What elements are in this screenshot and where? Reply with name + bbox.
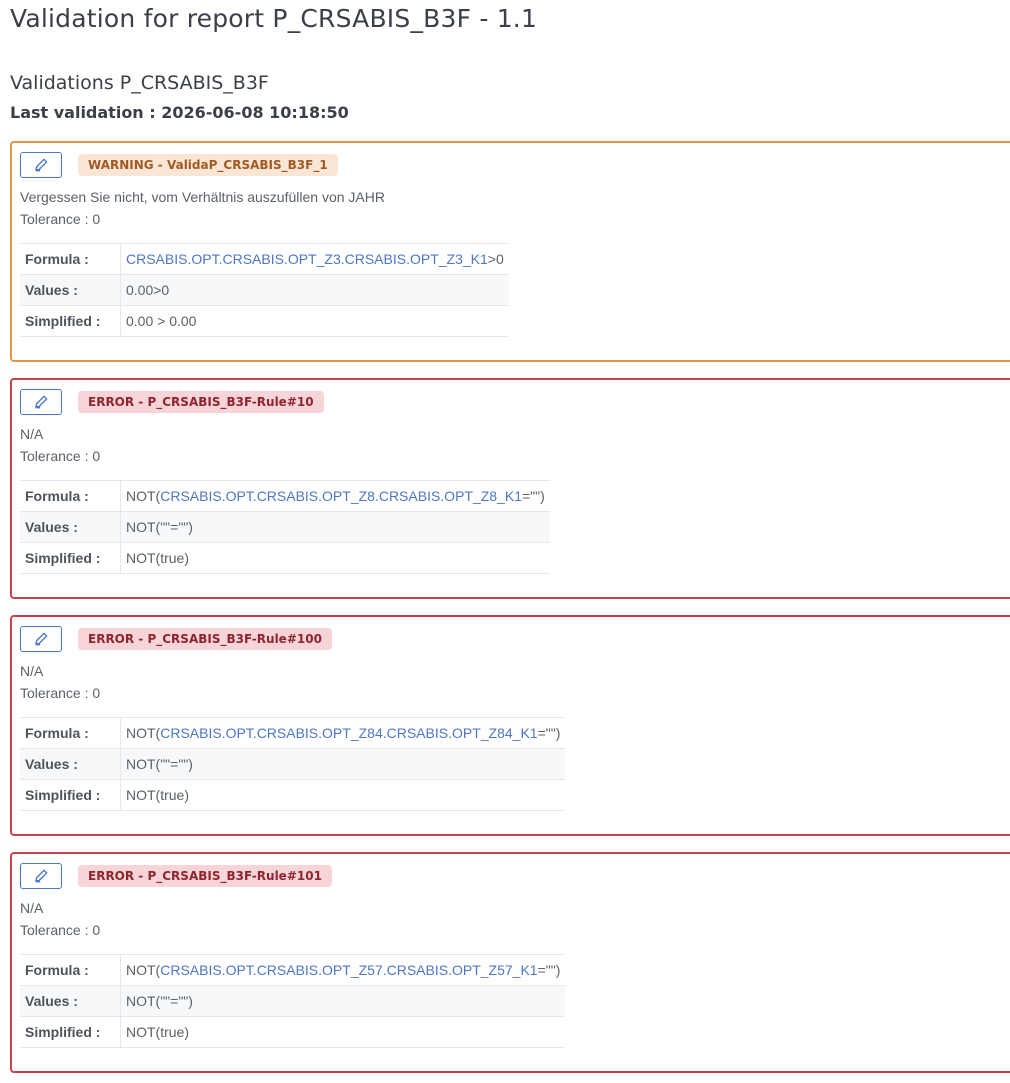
card-description-block: Vergessen Sie nicht, vom Verhältnis ausz… [20,186,385,230]
validation-card-warning: WARNING - ValidaP_CRSABIS_B3F_1 Vergesse… [10,141,1010,362]
table-row: Values : 0.00>0 [20,274,509,306]
formula-label: Formula : [20,243,121,275]
simplified-value: NOT(true) [120,779,566,811]
formula-prefix: NOT( [126,725,161,741]
validation-card-error: ERROR - P_CRSABIS_B3F-Rule#100 N/A Toler… [10,615,1010,836]
edit-button[interactable] [20,389,62,415]
table-row: Simplified : 0.00 > 0.00 [20,305,509,337]
simplified-value: NOT(true) [120,1016,566,1048]
formula-suffix: ="") [522,488,545,504]
values-value: NOT(""="") [120,748,566,780]
values-label: Values : [20,511,121,543]
severity-badge: ERROR - P_CRSABIS_B3F-Rule#10 [78,391,324,413]
table-row: Formula : NOT(CRSABIS.OPT.CRSABIS.OPT_Z5… [20,954,566,986]
simplified-label: Simplified : [20,542,121,574]
edit-button[interactable] [20,152,62,178]
simplified-label: Simplified : [20,1016,121,1048]
table-row: Simplified : NOT(true) [20,779,566,811]
formula-value: NOT(CRSABIS.OPT.CRSABIS.OPT_Z57.CRSABIS.… [120,954,566,986]
rule-description: N/A [20,900,44,916]
rule-description: N/A [20,663,44,679]
simplified-value: 0.00 > 0.00 [120,305,509,337]
rule-tolerance: Tolerance : 0 [20,922,101,938]
formula-reference-link[interactable]: CRSABIS.OPT.CRSABIS.OPT_Z57.CRSABIS.OPT_… [160,962,537,978]
rule-tolerance: Tolerance : 0 [20,211,101,227]
card-header: ERROR - P_CRSABIS_B3F-Rule#10 [20,388,324,416]
values-value: NOT(""="") [120,511,550,543]
page-title: Validation for report P_CRSABIS_B3F - 1.… [10,4,538,33]
card-description-block: N/A Tolerance : 0 [20,423,100,467]
table-row: Values : NOT(""="") [20,985,566,1017]
validation-card-error: ERROR - P_CRSABIS_B3F-Rule#101 N/A Toler… [10,852,1010,1073]
card-header: ERROR - P_CRSABIS_B3F-Rule#100 [20,625,332,653]
formula-label: Formula : [20,717,121,749]
values-label: Values : [20,274,121,306]
formula-label: Formula : [20,480,121,512]
formula-value: NOT(CRSABIS.OPT.CRSABIS.OPT_Z84.CRSABIS.… [120,717,566,749]
rule-details-table: Formula : NOT(CRSABIS.OPT.CRSABIS.OPT_Z5… [20,954,566,1048]
severity-badge: WARNING - ValidaP_CRSABIS_B3F_1 [78,154,338,176]
table-row: Formula : NOT(CRSABIS.OPT.CRSABIS.OPT_Z8… [20,717,566,749]
formula-reference-link[interactable]: CRSABIS.OPT.CRSABIS.OPT_Z84.CRSABIS.OPT_… [160,725,537,741]
card-header: ERROR - P_CRSABIS_B3F-Rule#101 [20,862,332,890]
formula-label: Formula : [20,954,121,986]
table-row: Formula : NOT(CRSABIS.OPT.CRSABIS.OPT_Z8… [20,480,550,512]
card-header: WARNING - ValidaP_CRSABIS_B3F_1 [20,151,338,179]
validation-card-error: ERROR - P_CRSABIS_B3F-Rule#10 N/A Tolera… [10,378,1010,599]
pencil-icon [35,158,48,172]
values-label: Values : [20,985,121,1017]
formula-prefix: NOT( [126,962,161,978]
values-label: Values : [20,748,121,780]
rule-tolerance: Tolerance : 0 [20,685,101,701]
table-row: Simplified : NOT(true) [20,542,550,574]
formula-reference-link[interactable]: CRSABIS.OPT.CRSABIS.OPT_Z8.CRSABIS.OPT_Z… [160,488,522,504]
formula-suffix: ="") [537,725,561,741]
rule-tolerance: Tolerance : 0 [20,448,101,464]
values-value: 0.00>0 [120,274,509,306]
rule-details-table: Formula : NOT(CRSABIS.OPT.CRSABIS.OPT_Z8… [20,717,566,811]
card-description-block: N/A Tolerance : 0 [20,660,100,704]
table-row: Formula : CRSABIS.OPT.CRSABIS.OPT_Z3.CRS… [20,243,509,275]
values-value: NOT(""="") [120,985,566,1017]
severity-badge: ERROR - P_CRSABIS_B3F-Rule#101 [78,865,332,887]
pencil-icon [35,869,48,883]
formula-prefix: NOT( [126,488,161,504]
table-row: Simplified : NOT(true) [20,1016,566,1048]
table-row: Values : NOT(""="") [20,748,566,780]
severity-badge: ERROR - P_CRSABIS_B3F-Rule#100 [78,628,332,650]
card-description-block: N/A Tolerance : 0 [20,897,100,941]
simplified-value: NOT(true) [120,542,550,574]
formula-reference-link[interactable]: CRSABIS.OPT.CRSABIS.OPT_Z3.CRSABIS.OPT_Z… [126,251,488,267]
formula-suffix: >0 [487,251,504,267]
rule-description: Vergessen Sie nicht, vom Verhältnis ausz… [20,189,385,205]
pencil-icon [35,395,48,409]
edit-button[interactable] [20,626,62,652]
last-validation-timestamp: Last validation : 2026-06-08 10:18:50 [10,103,349,122]
pencil-icon [35,632,48,646]
edit-button[interactable] [20,863,62,889]
rule-description: N/A [20,426,44,442]
table-row: Values : NOT(""="") [20,511,550,543]
formula-suffix: ="") [537,962,561,978]
section-title: Validations P_CRSABIS_B3F [10,72,269,94]
rule-details-table: Formula : CRSABIS.OPT.CRSABIS.OPT_Z3.CRS… [20,243,509,337]
formula-value: NOT(CRSABIS.OPT.CRSABIS.OPT_Z8.CRSABIS.O… [120,480,550,512]
simplified-label: Simplified : [20,305,121,337]
formula-value: CRSABIS.OPT.CRSABIS.OPT_Z3.CRSABIS.OPT_Z… [120,243,509,275]
simplified-label: Simplified : [20,779,121,811]
rule-details-table: Formula : NOT(CRSABIS.OPT.CRSABIS.OPT_Z8… [20,480,550,574]
